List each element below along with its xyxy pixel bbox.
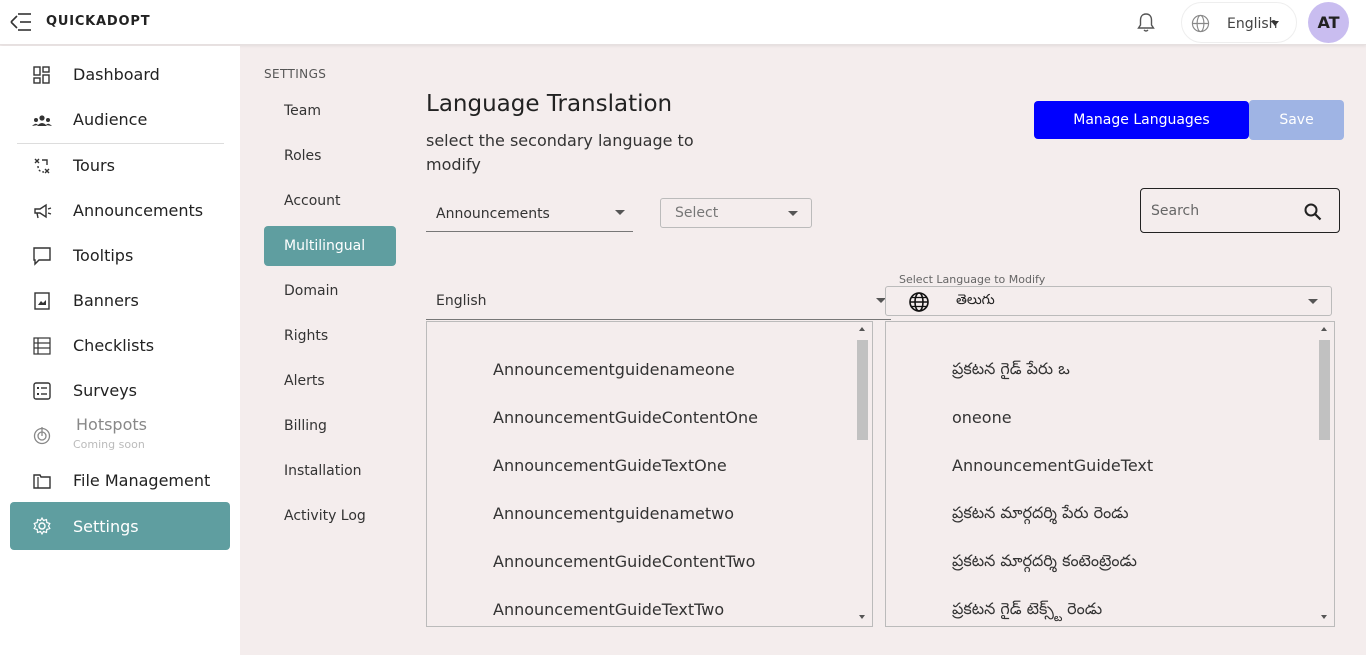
chevron-down-icon: [788, 211, 798, 216]
sidebar-item-announcements[interactable]: Announcements: [10, 187, 230, 233]
settings-item-roles[interactable]: Roles: [264, 136, 396, 176]
settings-item-installation[interactable]: Installation: [264, 451, 396, 491]
list-item: AnnouncementGuideContentTwo: [493, 552, 756, 571]
guide-select-value: Select: [675, 205, 719, 221]
avatar[interactable]: AT: [1308, 2, 1349, 43]
translation-input[interactable]: ప్రకటన మార్గదర్శి కంటెంట్రెండు: [952, 551, 1137, 574]
tours-icon: [34, 158, 50, 174]
settings-item-domain[interactable]: Domain: [264, 271, 396, 311]
scrollbar[interactable]: [855, 322, 872, 626]
sidebar-item-label: Dashboard: [73, 64, 160, 84]
sidebar-item-tooltips[interactable]: Tooltips: [10, 232, 230, 278]
save-button[interactable]: Save: [1249, 100, 1344, 140]
megaphone-icon: [34, 203, 52, 219]
language-selector[interactable]: English: [1181, 2, 1297, 43]
guide-type-dropdown[interactable]: Announcements: [426, 196, 633, 232]
audience-icon: [32, 115, 52, 126]
sidebar-item-label: Tours: [73, 155, 115, 175]
sidebar-item-label: Surveys: [73, 380, 137, 400]
list-item: Announcementguidenameone: [493, 360, 735, 379]
sidebar-item-label: Announcements: [73, 200, 204, 220]
sidebar-item-tours[interactable]: Tours: [10, 142, 230, 188]
chevron-down-icon: [615, 210, 625, 215]
translation-input[interactable]: AnnouncementGuideText: [952, 456, 1153, 475]
target-language-value: తెలుగు: [956, 292, 995, 308]
chevron-down-icon: [1308, 299, 1318, 304]
settings-item-multilingual[interactable]: Multilingual: [264, 226, 396, 266]
checklist-icon: [33, 337, 51, 355]
brand-logo: QUICKADOPT: [46, 14, 151, 29]
collapse-menu-icon[interactable]: [9, 11, 33, 33]
sidebar-item-label: Checklists: [73, 335, 155, 355]
list-item: AnnouncementGuideTextOne: [493, 456, 727, 475]
scrollbar[interactable]: [1317, 322, 1334, 626]
scroll-thumb[interactable]: [857, 340, 868, 440]
tooltip-icon: [33, 247, 51, 266]
source-language-dropdown[interactable]: English: [426, 284, 891, 320]
search-icon[interactable]: [1303, 202, 1323, 222]
sidebar-item-label: Banners: [73, 290, 139, 310]
gear-icon: [33, 516, 51, 536]
search-box: [1140, 188, 1340, 233]
settings-item-rights[interactable]: Rights: [264, 316, 396, 356]
translation-input[interactable]: ప్రకటన మార్గదర్శి పేరు రెండు: [952, 503, 1129, 526]
hotspot-icon: [33, 427, 51, 445]
page-title: Language Translation: [426, 91, 673, 117]
list-item: AnnouncementGuideContentOne: [493, 408, 758, 427]
folder-icon: [33, 474, 51, 489]
guide-type-value: Announcements: [436, 206, 550, 222]
settings-item-account[interactable]: Account: [264, 181, 396, 221]
list-item: Announcementguidenametwo: [493, 504, 735, 523]
scroll-up-icon[interactable]: [1321, 327, 1327, 331]
target-language-legend: Select Language to Modify: [896, 273, 1049, 286]
language-label: English: [1227, 16, 1278, 32]
chevron-down-icon: [1271, 21, 1279, 26]
settings-item-billing[interactable]: Billing: [264, 406, 396, 446]
sidebar-item-banners[interactable]: Banners: [10, 277, 230, 323]
sidebar-item-label: Audience: [73, 109, 148, 129]
globe-icon: [1191, 14, 1210, 33]
scroll-up-icon[interactable]: [859, 327, 865, 331]
coming-soon-label: Coming soon: [73, 438, 145, 451]
sidebar-item-file-management[interactable]: File Management: [10, 457, 230, 503]
translation-input[interactable]: oneone: [952, 408, 1012, 427]
page-description: select the secondary language to modify: [426, 131, 694, 174]
search-input[interactable]: [1151, 199, 1301, 223]
source-text-list: Announcementguidenameone AnnouncementGui…: [426, 321, 873, 627]
globe-icon: [909, 292, 929, 312]
translation-input[interactable]: ప్రకటన గైడ్ పేరు ఒ: [952, 359, 1070, 382]
dashboard-icon: [33, 66, 50, 84]
sidebar-item-dashboard[interactable]: Dashboard: [10, 51, 230, 97]
guide-select-dropdown[interactable]: Select: [660, 198, 812, 228]
bell-icon[interactable]: [1136, 12, 1156, 33]
sidebar-item-checklists[interactable]: Checklists: [10, 322, 230, 368]
settings-item-activity-log[interactable]: Activity Log: [264, 496, 396, 536]
top-bar: QUICKADOPT English AT: [0, 0, 1366, 45]
translation-input[interactable]: ప్రకటన గైడ్ టెక్స్ట్ రెండు: [952, 599, 1102, 622]
target-text-list: ప్రకటన గైడ్ పేరు ఒ oneone AnnouncementGu…: [885, 321, 1335, 627]
scroll-down-icon[interactable]: [859, 615, 865, 619]
source-language-value: English: [436, 293, 487, 309]
list-item: AnnouncementGuideTextTwo: [493, 600, 725, 619]
settings-section-title: SETTINGS: [264, 67, 327, 81]
sidebar-item-settings[interactable]: Settings: [10, 502, 230, 550]
survey-icon: [33, 382, 51, 400]
settings-item-alerts[interactable]: Alerts: [264, 361, 396, 401]
sidebar-item-label: Tooltips: [73, 245, 134, 265]
banner-icon: [34, 292, 50, 310]
sidebar-item-audience[interactable]: Audience: [10, 96, 230, 142]
scroll-thumb[interactable]: [1319, 340, 1330, 440]
manage-languages-button[interactable]: Manage Languages: [1034, 101, 1249, 139]
sidebar-item-label: File Management: [73, 470, 211, 490]
settings-item-team[interactable]: Team: [264, 91, 396, 131]
scroll-down-icon[interactable]: [1321, 615, 1327, 619]
sidebar-item-label: Hotspots: [76, 415, 147, 434]
sidebar: Dashboard Audience Tours Announcements T…: [0, 46, 240, 655]
sidebar-item-label: Settings: [73, 516, 139, 536]
sidebar-item-surveys[interactable]: Surveys: [10, 367, 230, 413]
target-language-dropdown[interactable]: Select Language to Modify తెలుగు: [885, 273, 1332, 316]
sidebar-item-hotspots: Hotspots Coming soon: [10, 412, 230, 458]
